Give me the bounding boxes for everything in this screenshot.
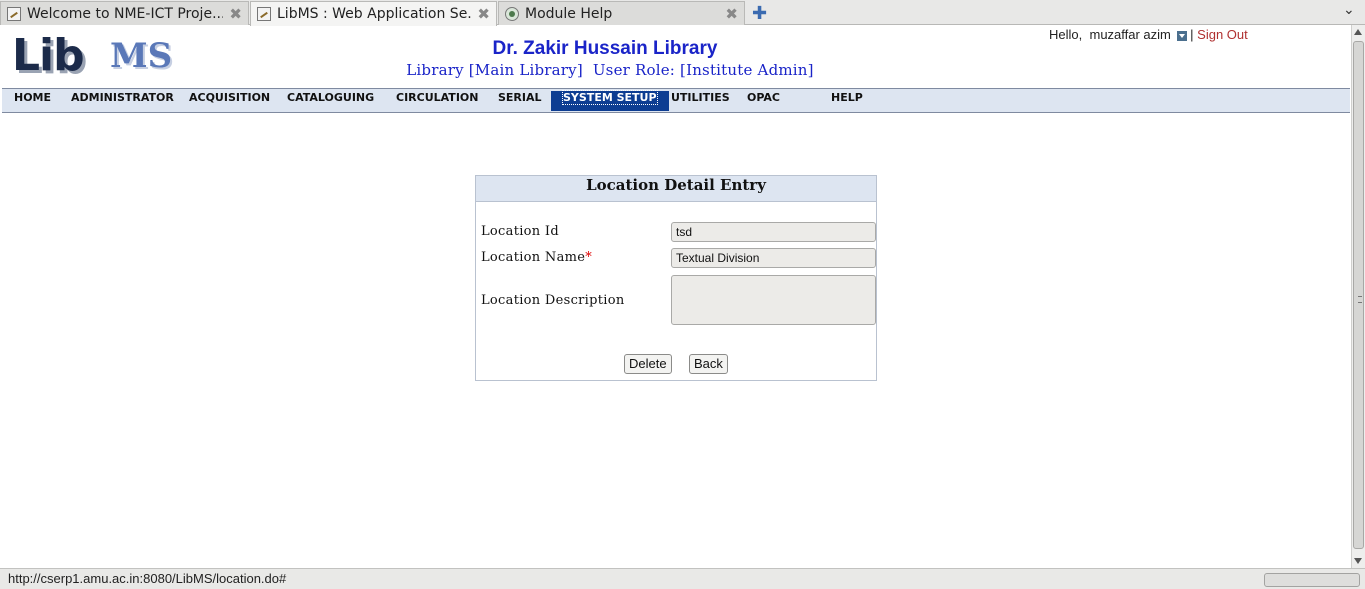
menu-label: UTILITIES (671, 91, 730, 104)
scrollbar-thumb[interactable] (1353, 41, 1364, 549)
menu-opac[interactable]: OPAC (735, 91, 792, 111)
location-name-label-text: Location Name (481, 250, 586, 265)
main-menu: HOME ADMINISTRATOR ACQUISITION CATALOGUI… (2, 88, 1350, 113)
menu-system-setup[interactable]: SYSTEM SETUP (551, 90, 669, 111)
logo-lib-text: Lib (12, 30, 85, 81)
location-description-label: Location Description (481, 293, 625, 308)
menu-acquisition[interactable]: ACQUISITION (177, 91, 282, 111)
menu-label: SYSTEM SETUP (562, 90, 658, 105)
menu-label: OPAC (747, 91, 780, 104)
close-icon[interactable]: ✖ (725, 5, 738, 23)
menu-label: HOME (14, 91, 52, 104)
browser-tab-libms[interactable]: LibMS : Web Application Se... ✖ (250, 1, 497, 26)
separator: | (1190, 27, 1194, 42)
back-button[interactable]: Back (689, 354, 728, 374)
location-id-label: Location Id (481, 224, 559, 239)
scroll-down-arrow-icon[interactable] (1354, 558, 1362, 564)
sign-out-link[interactable]: Sign Out (1197, 27, 1248, 42)
new-tab-icon[interactable]: ✚ (752, 3, 767, 24)
menu-cataloguing[interactable]: CATALOGUING (275, 91, 386, 111)
tab-title: Module Help (525, 5, 613, 22)
browser-status-bar: http://cserp1.amu.ac.in:8080/LibMS/locat… (0, 568, 1365, 589)
vertical-scrollbar[interactable] (1351, 25, 1365, 568)
location-description-textarea[interactable] (671, 275, 876, 325)
library-info: Library [Main Library] (406, 61, 583, 79)
browser-tab-module-help[interactable]: Module Help ✖ (498, 1, 745, 25)
menu-label: ACQUISITION (189, 91, 271, 104)
menu-label: ADMINISTRATOR (71, 91, 174, 104)
location-name-input[interactable] (671, 248, 876, 268)
page-icon (7, 6, 21, 21)
libms-logo: Lib MS (12, 30, 172, 81)
menu-utilities[interactable]: UTILITIES (659, 91, 742, 111)
menu-label: CATALOGUING (287, 91, 375, 104)
close-icon[interactable]: ✖ (229, 5, 242, 23)
menu-label: SERIAL (498, 91, 542, 104)
page-icon (257, 7, 271, 21)
menu-label: CIRCULATION (396, 91, 479, 104)
username: muzaffar azim (1089, 27, 1171, 42)
tab-title: Welcome to NME-ICT Proje... (27, 5, 224, 22)
logo-ms-text: MS (110, 36, 173, 76)
menu-circulation[interactable]: CIRCULATION (384, 91, 490, 111)
grip-icon (1358, 296, 1362, 303)
user-role: User Role: [Institute Admin] (592, 61, 814, 79)
library-subtitle: Library [Main Library] User Role: [Insti… (380, 61, 840, 79)
status-url: http://cserp1.amu.ac.in:8080/LibMS/locat… (8, 571, 287, 586)
library-title: Dr. Zakir Hussain Library (492, 38, 718, 59)
location-name-label: Location Name* (481, 250, 592, 265)
browser-tab-strip: Welcome to NME-ICT Proje... ✖ LibMS : We… (0, 0, 1365, 26)
tab-title: LibMS : Web Application Se... (277, 6, 472, 22)
user-dropdown-icon[interactable] (1176, 30, 1187, 41)
globe-icon (505, 6, 519, 21)
status-progress-bar (1264, 573, 1360, 587)
menu-administrator[interactable]: ADMINISTRATOR (59, 91, 186, 111)
menu-label: HELP (831, 91, 863, 104)
location-id-input[interactable] (671, 222, 876, 242)
browser-tab-nme-ict[interactable]: Welcome to NME-ICT Proje... ✖ (0, 1, 249, 25)
greeting: Hello, (1049, 27, 1083, 42)
location-detail-form: Location Detail Entry Location Id Locati… (475, 175, 877, 381)
scroll-up-arrow-icon[interactable] (1354, 29, 1362, 35)
delete-button[interactable]: Delete (624, 354, 672, 374)
menu-help[interactable]: HELP (819, 91, 875, 111)
required-mark: * (585, 250, 593, 265)
menu-home[interactable]: HOME (2, 91, 63, 111)
tab-list-chevron-icon[interactable]: ⌄ (1343, 2, 1355, 18)
menu-serial[interactable]: SERIAL (486, 91, 554, 111)
close-icon[interactable]: ✖ (477, 5, 490, 23)
user-box: Hello, muzaffar azim | Sign Out (1049, 27, 1248, 42)
form-title: Location Detail Entry (476, 176, 876, 202)
